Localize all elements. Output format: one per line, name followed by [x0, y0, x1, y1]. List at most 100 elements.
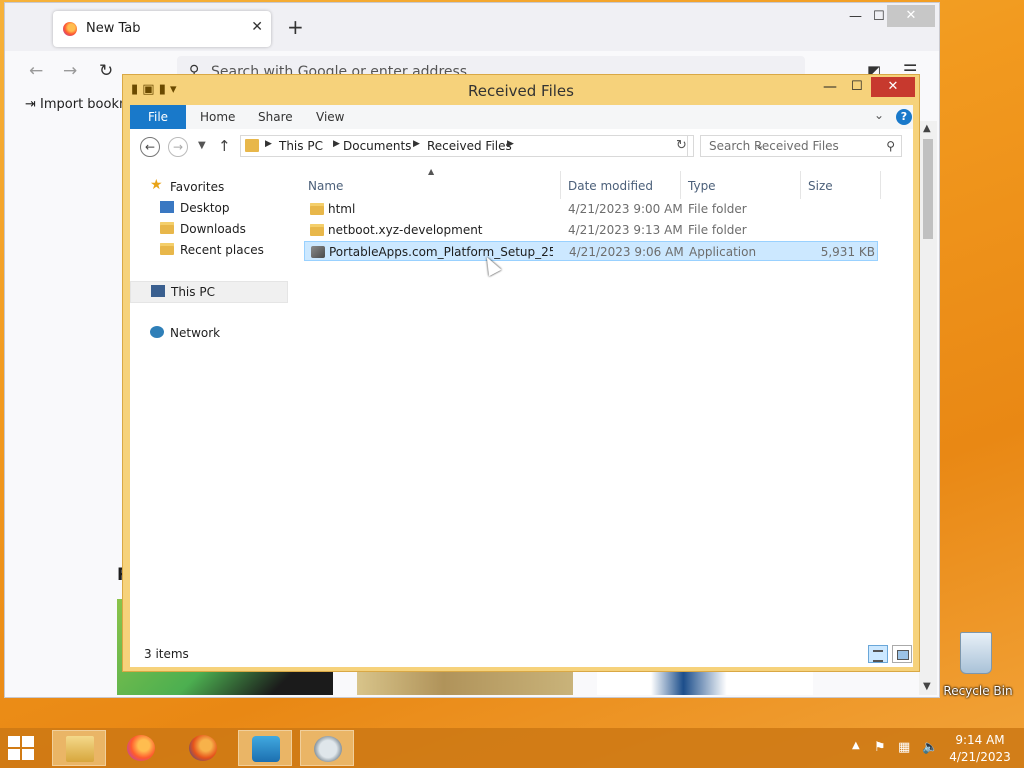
column-header-size[interactable]: Size: [808, 179, 833, 193]
column-divider[interactable]: [800, 171, 801, 199]
details-view-button[interactable]: [868, 645, 888, 663]
column-divider[interactable]: [880, 171, 881, 199]
clock-time[interactable]: 9:14 AM: [944, 733, 1016, 747]
reload-button[interactable]: ↻: [99, 61, 113, 81]
tab-view[interactable]: View: [316, 105, 344, 129]
taskbar-explorer[interactable]: [52, 730, 106, 766]
explorer-window: ▮ ▣ ▮ ▾ Received Files — ☐ ✕ File Home S…: [122, 74, 920, 672]
recycle-bin[interactable]: Recycle Bin: [938, 630, 1018, 698]
scroll-up-icon[interactable]: ▲: [923, 123, 931, 134]
firefox-legacy-icon: [189, 735, 217, 761]
nav-label: Favorites: [170, 180, 225, 194]
help-icon[interactable]: ?: [896, 109, 912, 125]
start-button[interactable]: [8, 736, 34, 760]
ribbon-tabs: File Home Share View ⌄ ?: [130, 105, 913, 130]
tab-share[interactable]: Share: [258, 105, 293, 129]
firefox-maximize-button[interactable]: ☐: [873, 9, 885, 24]
column-header-name[interactable]: Name: [308, 179, 343, 193]
windows-logo-icon: [22, 749, 34, 760]
address-bar[interactable]: ▶ This PC ▶ Documents ▶ Received Files ▶…: [240, 135, 764, 157]
recent-places-icon: [160, 243, 174, 255]
breadcrumb-chevron-icon[interactable]: ▶: [265, 139, 272, 149]
action-center-flag-icon[interactable]: ⚑: [874, 740, 886, 755]
nav-recent-places[interactable]: Recent places: [130, 240, 286, 260]
show-hidden-icons-chevron-icon[interactable]: ▲: [852, 740, 860, 751]
volume-muted-icon[interactable]: 🔈: [922, 740, 938, 755]
windows-logo-icon: [8, 749, 20, 760]
scroll-down-icon[interactable]: ▼: [923, 681, 931, 692]
file-name: netboot.xyz-development: [328, 223, 483, 237]
large-icons-view-button[interactable]: [892, 645, 912, 663]
breadcrumb-chevron-icon[interactable]: ▶: [413, 139, 420, 149]
scroll-thumb[interactable]: [923, 139, 933, 239]
downloads-icon: [160, 222, 174, 234]
details-view-icon: [873, 650, 883, 662]
forward-button[interactable]: →: [168, 137, 188, 157]
firefox-scrollbar[interactable]: ▲ ▼: [919, 121, 937, 695]
back-button[interactable]: ←: [29, 61, 43, 81]
application-icon: [311, 246, 325, 258]
column-divider[interactable]: [560, 171, 561, 199]
tab-home[interactable]: Home: [200, 105, 235, 129]
taskbar-app[interactable]: [300, 730, 354, 766]
file-row[interactable]: PortableApps.com_Platform_Setup_25.0....…: [304, 241, 878, 261]
navigation-pane: ★ Favorites Desktop Downloads Recent pla…: [130, 165, 292, 641]
explorer-title-bar[interactable]: ▮ ▣ ▮ ▾ Received Files — ☐ ✕: [123, 75, 919, 105]
new-tab-button[interactable]: +: [287, 17, 304, 37]
desktop-icon: [160, 201, 174, 213]
breadcrumb-chevron-icon[interactable]: ▶: [333, 139, 340, 149]
expand-ribbon-icon[interactable]: ⌄: [874, 108, 884, 122]
taskbar-app[interactable]: [238, 730, 292, 766]
search-icon[interactable]: ⚲: [886, 139, 895, 153]
nav-network[interactable]: Network: [130, 323, 286, 343]
nav-downloads[interactable]: Downloads: [130, 219, 286, 239]
network-tray-icon[interactable]: ▦: [898, 740, 910, 755]
nav-desktop[interactable]: Desktop: [130, 198, 286, 218]
file-type: File folder: [688, 223, 747, 237]
address-toolbar: ← → ▼ ↑ ▶ This PC ▶ Documents ▶ Received…: [130, 129, 913, 165]
breadcrumb-chevron-icon[interactable]: ▶: [507, 139, 514, 149]
window-title: Received Files: [468, 82, 574, 100]
firefox-close-button[interactable]: ✕: [887, 5, 935, 27]
breadcrumb-this-pc[interactable]: This PC: [279, 139, 323, 153]
breadcrumb-documents[interactable]: Documents: [343, 139, 411, 153]
column-header-type[interactable]: Type: [688, 179, 716, 193]
file-size: 5,931 KB: [820, 245, 875, 259]
taskbar-firefox[interactable]: [114, 730, 168, 766]
file-explorer-icon: [66, 736, 94, 762]
firefox-tab-new-tab[interactable]: New Tab ✕: [53, 11, 271, 47]
taskbar-firefox-legacy[interactable]: [176, 730, 230, 766]
nav-this-pc[interactable]: This PC: [130, 281, 288, 303]
recycle-bin-label: Recycle Bin: [943, 684, 1013, 698]
firefox-minimize-button[interactable]: —: [849, 9, 862, 24]
file-list: ▲ Name Date modified Type Size html 4/21…: [300, 165, 913, 641]
file-row[interactable]: html 4/21/2023 9:00 AM File folder: [304, 199, 878, 219]
back-button[interactable]: ←: [140, 137, 160, 157]
nav-label: Desktop: [180, 201, 230, 215]
sort-ascending-icon: ▲: [428, 167, 435, 176]
recent-locations-chevron-icon[interactable]: ▼: [198, 140, 206, 151]
explorer-maximize-button[interactable]: ☐: [851, 79, 863, 94]
firefox-icon: [127, 735, 155, 761]
tab-file[interactable]: File: [130, 105, 186, 129]
forward-button[interactable]: →: [63, 61, 77, 81]
tab-close-icon[interactable]: ✕: [251, 19, 263, 35]
explorer-minimize-button[interactable]: —: [823, 79, 837, 95]
search-placeholder: Search Received Files: [709, 139, 839, 153]
file-row[interactable]: netboot.xyz-development 4/21/2023 9:13 A…: [304, 220, 878, 240]
breadcrumb-received-files[interactable]: Received Files: [427, 139, 512, 153]
refresh-button[interactable]: ↻: [670, 135, 694, 157]
file-name: html: [328, 202, 356, 216]
clock-date[interactable]: 4/21/2023: [944, 750, 1016, 764]
search-box[interactable]: Search Received Files ⚲: [700, 135, 902, 157]
windows-logo-icon: [22, 736, 34, 747]
explorer-close-button[interactable]: ✕: [871, 77, 915, 97]
folder-icon: [310, 224, 324, 236]
file-date: 4/21/2023 9:13 AM: [568, 223, 683, 237]
column-header-date[interactable]: Date modified: [568, 179, 653, 193]
up-button[interactable]: ↑: [218, 137, 231, 155]
people-app-icon: [252, 736, 280, 762]
file-type: File folder: [688, 202, 747, 216]
column-divider[interactable]: [680, 171, 681, 199]
nav-favorites[interactable]: ★ Favorites: [130, 177, 286, 197]
